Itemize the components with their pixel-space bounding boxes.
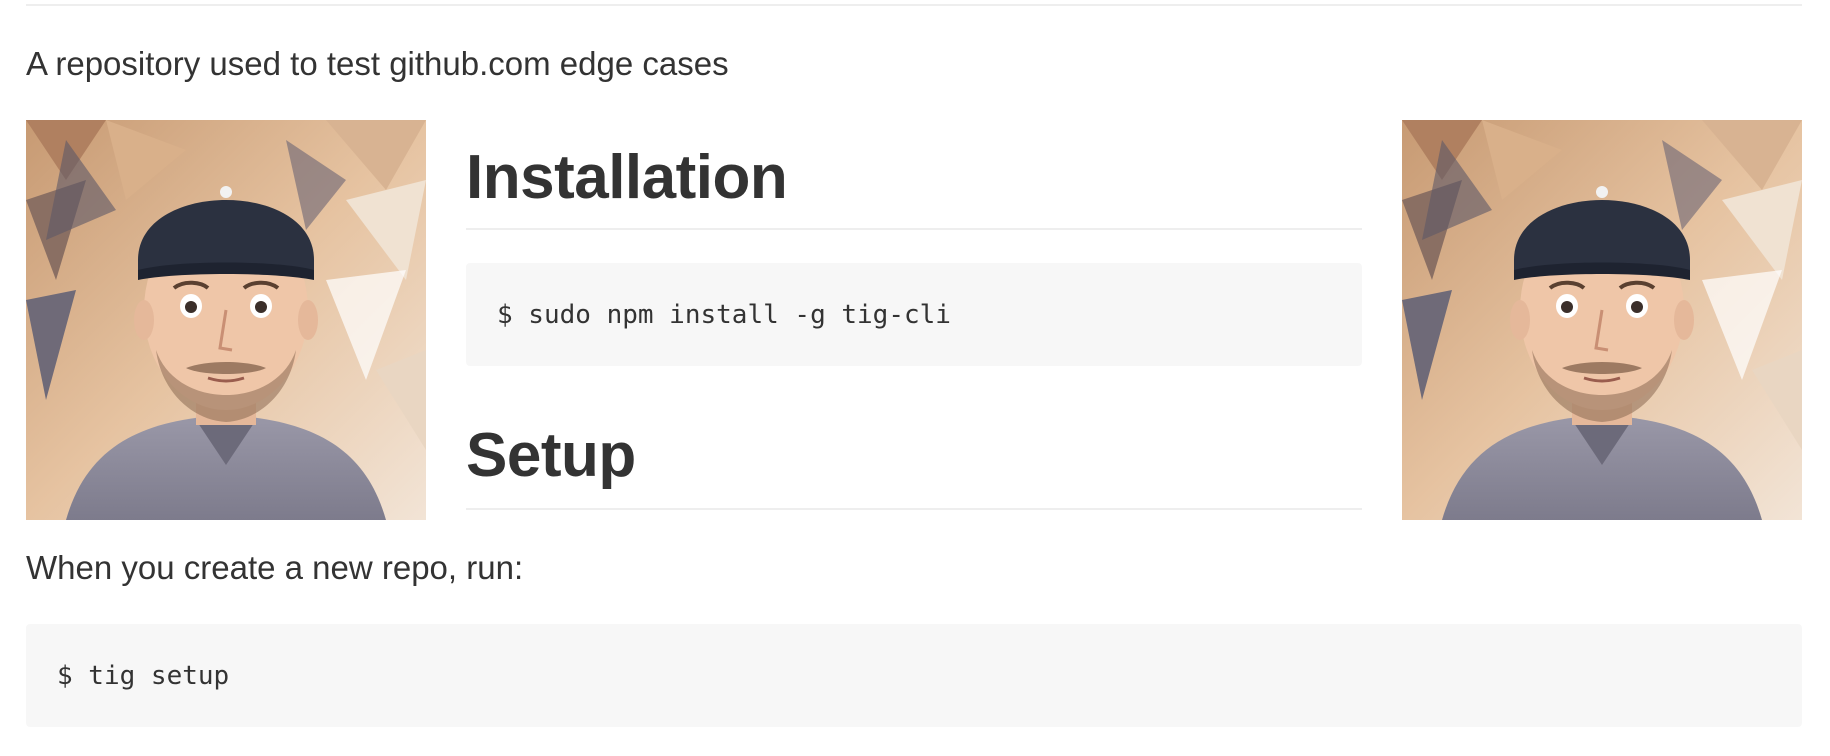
install-command-text[interactable]: $ sudo npm install -g tig-cli	[497, 300, 951, 330]
setup-command-code-block[interactable]: $ tig setup	[26, 624, 1802, 727]
portrait-image-left	[26, 120, 426, 520]
installation-heading: Installation	[466, 143, 788, 212]
setup-heading-divider	[466, 508, 1362, 510]
setup-command-text[interactable]: $ tig setup	[57, 661, 229, 691]
installation-heading-divider	[466, 228, 1362, 230]
portrait-image-right	[1402, 120, 1802, 520]
install-command-code-block[interactable]: $ sudo npm install -g tig-cli	[466, 263, 1362, 366]
setup-instruction-text: When you create a new repo, run:	[26, 549, 524, 586]
setup-heading: Setup	[466, 421, 636, 490]
repo-description: A repository used to test github.com edg…	[26, 45, 729, 82]
top-divider	[26, 4, 1802, 6]
